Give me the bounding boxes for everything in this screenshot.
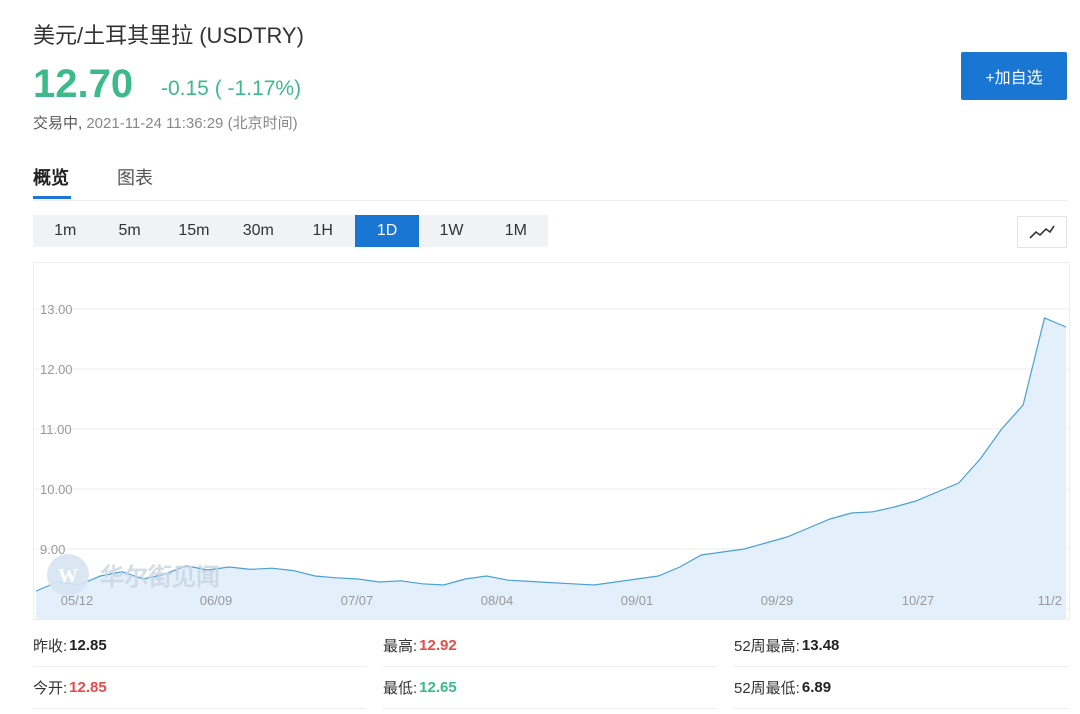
x-tick-label: 10/27 — [902, 593, 935, 608]
tab-chart[interactable]: 图表 — [117, 164, 153, 190]
tab-overview[interactable]: 概览 — [33, 164, 69, 190]
status-label: 交易中, — [33, 115, 83, 132]
watermark-logo-letter: W — [58, 565, 78, 587]
active-tab-indicator — [33, 196, 71, 199]
period-1mo[interactable]: 1M — [484, 215, 548, 247]
stat-open: 今开: 12.85 — [33, 667, 366, 709]
line-chart-icon — [1029, 225, 1055, 239]
stat-value: 12.85 — [69, 679, 107, 696]
x-tick-label: 09/29 — [761, 593, 794, 608]
period-1h[interactable]: 1H — [291, 215, 355, 247]
stat-52w-high: 52周最高: 13.48 — [734, 625, 1068, 667]
period-1w[interactable]: 1W — [419, 215, 483, 247]
chart-type-toggle[interactable] — [1017, 216, 1067, 248]
current-price: 12.70 — [33, 62, 134, 106]
stat-value: 12.92 — [419, 637, 457, 654]
x-tick-label: 11/2 — [1038, 593, 1062, 608]
y-tick-label: 10.00 — [40, 482, 73, 497]
period-30m[interactable]: 30m — [226, 215, 290, 247]
y-tick-label: 9.00 — [40, 542, 65, 557]
stat-high: 最高: 12.92 — [383, 625, 716, 667]
price-chart[interactable]: 8.009.0010.0011.0012.0013.0005/1206/0907… — [33, 262, 1070, 620]
x-tick-label: 06/09 — [200, 593, 233, 608]
stat-label: 最高: — [383, 638, 418, 655]
add-watchlist-button[interactable]: +加自选 — [961, 52, 1067, 100]
y-tick-label: 13.00 — [40, 302, 73, 317]
period-15m[interactable]: 15m — [162, 215, 226, 247]
stat-low: 最低: 12.65 — [383, 667, 716, 709]
stat-value: 13.48 — [801, 637, 840, 654]
period-1m[interactable]: 1m — [33, 215, 97, 247]
x-tick-label: 08/04 — [481, 593, 514, 608]
watermark-text: 华尔街见闻 — [100, 563, 220, 591]
period-5m[interactable]: 5m — [97, 215, 161, 247]
x-tick-label: 09/01 — [621, 593, 654, 608]
stat-label: 昨收: — [33, 638, 68, 655]
page-title: 美元/土耳其里拉 (USDTRY) — [33, 23, 304, 48]
timestamp: 2021-11-24 11:36:29 (北京时间) — [86, 115, 298, 132]
price-change: -0.15 ( -1.17%) — [161, 77, 302, 100]
trading-status: 交易中, 2021-11-24 11:36:29 (北京时间) — [33, 112, 298, 133]
y-tick-label: 11.00 — [40, 422, 72, 437]
stat-value: 12.85 — [69, 637, 107, 654]
chart-svg: 8.009.0010.0011.0012.0013.0005/1206/0907… — [34, 302, 1069, 619]
x-tick-label: 07/07 — [341, 593, 374, 608]
stat-label: 52周最低: — [734, 680, 800, 697]
period-selector: 1m 5m 15m 30m 1H 1D 1W 1M — [33, 215, 548, 247]
y-tick-label: 12.00 — [40, 362, 73, 377]
stat-prev-close: 昨收: 12.85 — [33, 625, 366, 667]
stat-label: 最低: — [383, 680, 418, 697]
stat-label: 今开: — [33, 680, 68, 697]
period-1d[interactable]: 1D — [354, 215, 420, 247]
tab-bar: 概览 图表 — [33, 160, 1068, 201]
stat-value: 12.65 — [419, 679, 457, 696]
stat-52w-low: 52周最低: 6.89 — [734, 667, 1068, 709]
stat-value: 6.89 — [801, 679, 832, 696]
stat-label: 52周最高: — [734, 638, 800, 655]
